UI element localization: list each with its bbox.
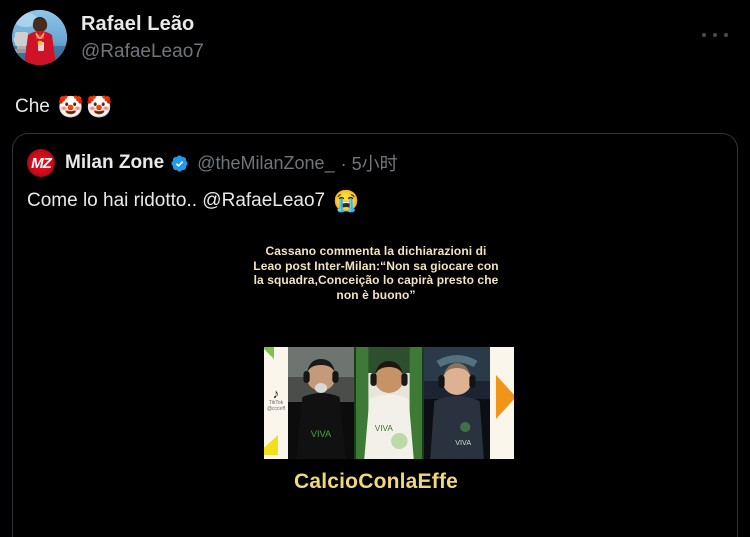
yellow-triangle-decor bbox=[264, 435, 278, 455]
quoted-timestamp[interactable]: · 5小时 bbox=[341, 150, 398, 176]
video-participant-2: VIVA bbox=[356, 347, 422, 459]
quoted-media[interactable]: Cassano commenta la dichiarazioni di Lea… bbox=[13, 236, 737, 537]
clown-face-emoji: 🤡 bbox=[86, 95, 113, 119]
verified-badge-icon bbox=[170, 154, 189, 173]
author-block: Rafael Leão @RafaeLeao7 bbox=[81, 10, 204, 64]
participant-2-image: VIVA bbox=[356, 347, 422, 459]
more-dot bbox=[702, 33, 706, 37]
music-note-icon: ♪ bbox=[272, 386, 280, 401]
more-options-icon[interactable] bbox=[702, 28, 728, 42]
milan-zone-logo-icon: MZ bbox=[27, 149, 55, 177]
tiktok-watermark-handle: @ccceff bbox=[266, 406, 286, 412]
quoted-author-handle[interactable]: @theMilanZone_ bbox=[197, 153, 334, 174]
more-dot bbox=[713, 33, 717, 37]
tweet-text: Che 🤡 🤡 bbox=[15, 94, 738, 120]
logo-initials: MZ bbox=[31, 154, 52, 172]
participant-3-image: VIVA bbox=[424, 347, 490, 459]
quoted-text-content: Come lo hai ridotto.. @RafaeLeao7 bbox=[27, 190, 326, 211]
quoted-tweet-header: MZ Milan Zone @theMilanZone_ · 5小时 bbox=[13, 134, 737, 177]
quoted-tweet-text: Come lo hai ridotto.. @RafaeLeao7 😭 bbox=[13, 176, 737, 214]
video-participant-1: VIVA bbox=[288, 347, 354, 459]
avatar[interactable] bbox=[12, 10, 67, 65]
tweet-root: Rafael Leão @RafaeLeao7 Che 🤡 🤡 MZ Milan… bbox=[0, 0, 750, 537]
orange-arrow-decor bbox=[496, 375, 514, 419]
tweet-header: Rafael Leão @RafaeLeao7 bbox=[12, 10, 738, 72]
svg-text:VIVA: VIVA bbox=[375, 424, 394, 433]
quoted-tweet-card[interactable]: MZ Milan Zone @theMilanZone_ · 5小时 Come … bbox=[12, 133, 738, 537]
clown-face-emoji: 🤡 bbox=[57, 95, 85, 119]
author-display-name[interactable]: Rafael Leão bbox=[81, 12, 204, 37]
author-handle[interactable]: @RafaeLeao7 bbox=[81, 39, 204, 64]
video-channel-title: CalcioConlaEffe bbox=[293, 470, 459, 493]
video-right-panel bbox=[490, 347, 514, 459]
participant-1-image: VIVA bbox=[288, 347, 354, 459]
avatar-image bbox=[12, 10, 67, 65]
loudly-crying-face-emoji: 😭 bbox=[333, 189, 360, 213]
svg-text:VIVA: VIVA bbox=[311, 429, 332, 439]
svg-text:VIVA: VIVA bbox=[455, 439, 471, 447]
tweet-text-content: Che bbox=[15, 96, 50, 117]
video-caption-overlay: Cassano commenta la dichiarazioni di Lea… bbox=[253, 244, 499, 302]
tiktok-watermark-icon: ♪ TikTok @ccceff bbox=[266, 387, 286, 412]
video-participant-3: VIVA bbox=[424, 347, 490, 459]
verified-check-svg bbox=[171, 154, 188, 172]
more-dot bbox=[724, 33, 728, 37]
quoted-author-display-name[interactable]: Milan Zone bbox=[65, 152, 164, 174]
video-left-panel: ♪ TikTok @ccceff bbox=[264, 347, 288, 459]
green-triangle-decor bbox=[264, 347, 274, 359]
video-thumbnail[interactable]: ♪ TikTok @ccceff VIVA VIVA VIVA bbox=[264, 347, 514, 459]
